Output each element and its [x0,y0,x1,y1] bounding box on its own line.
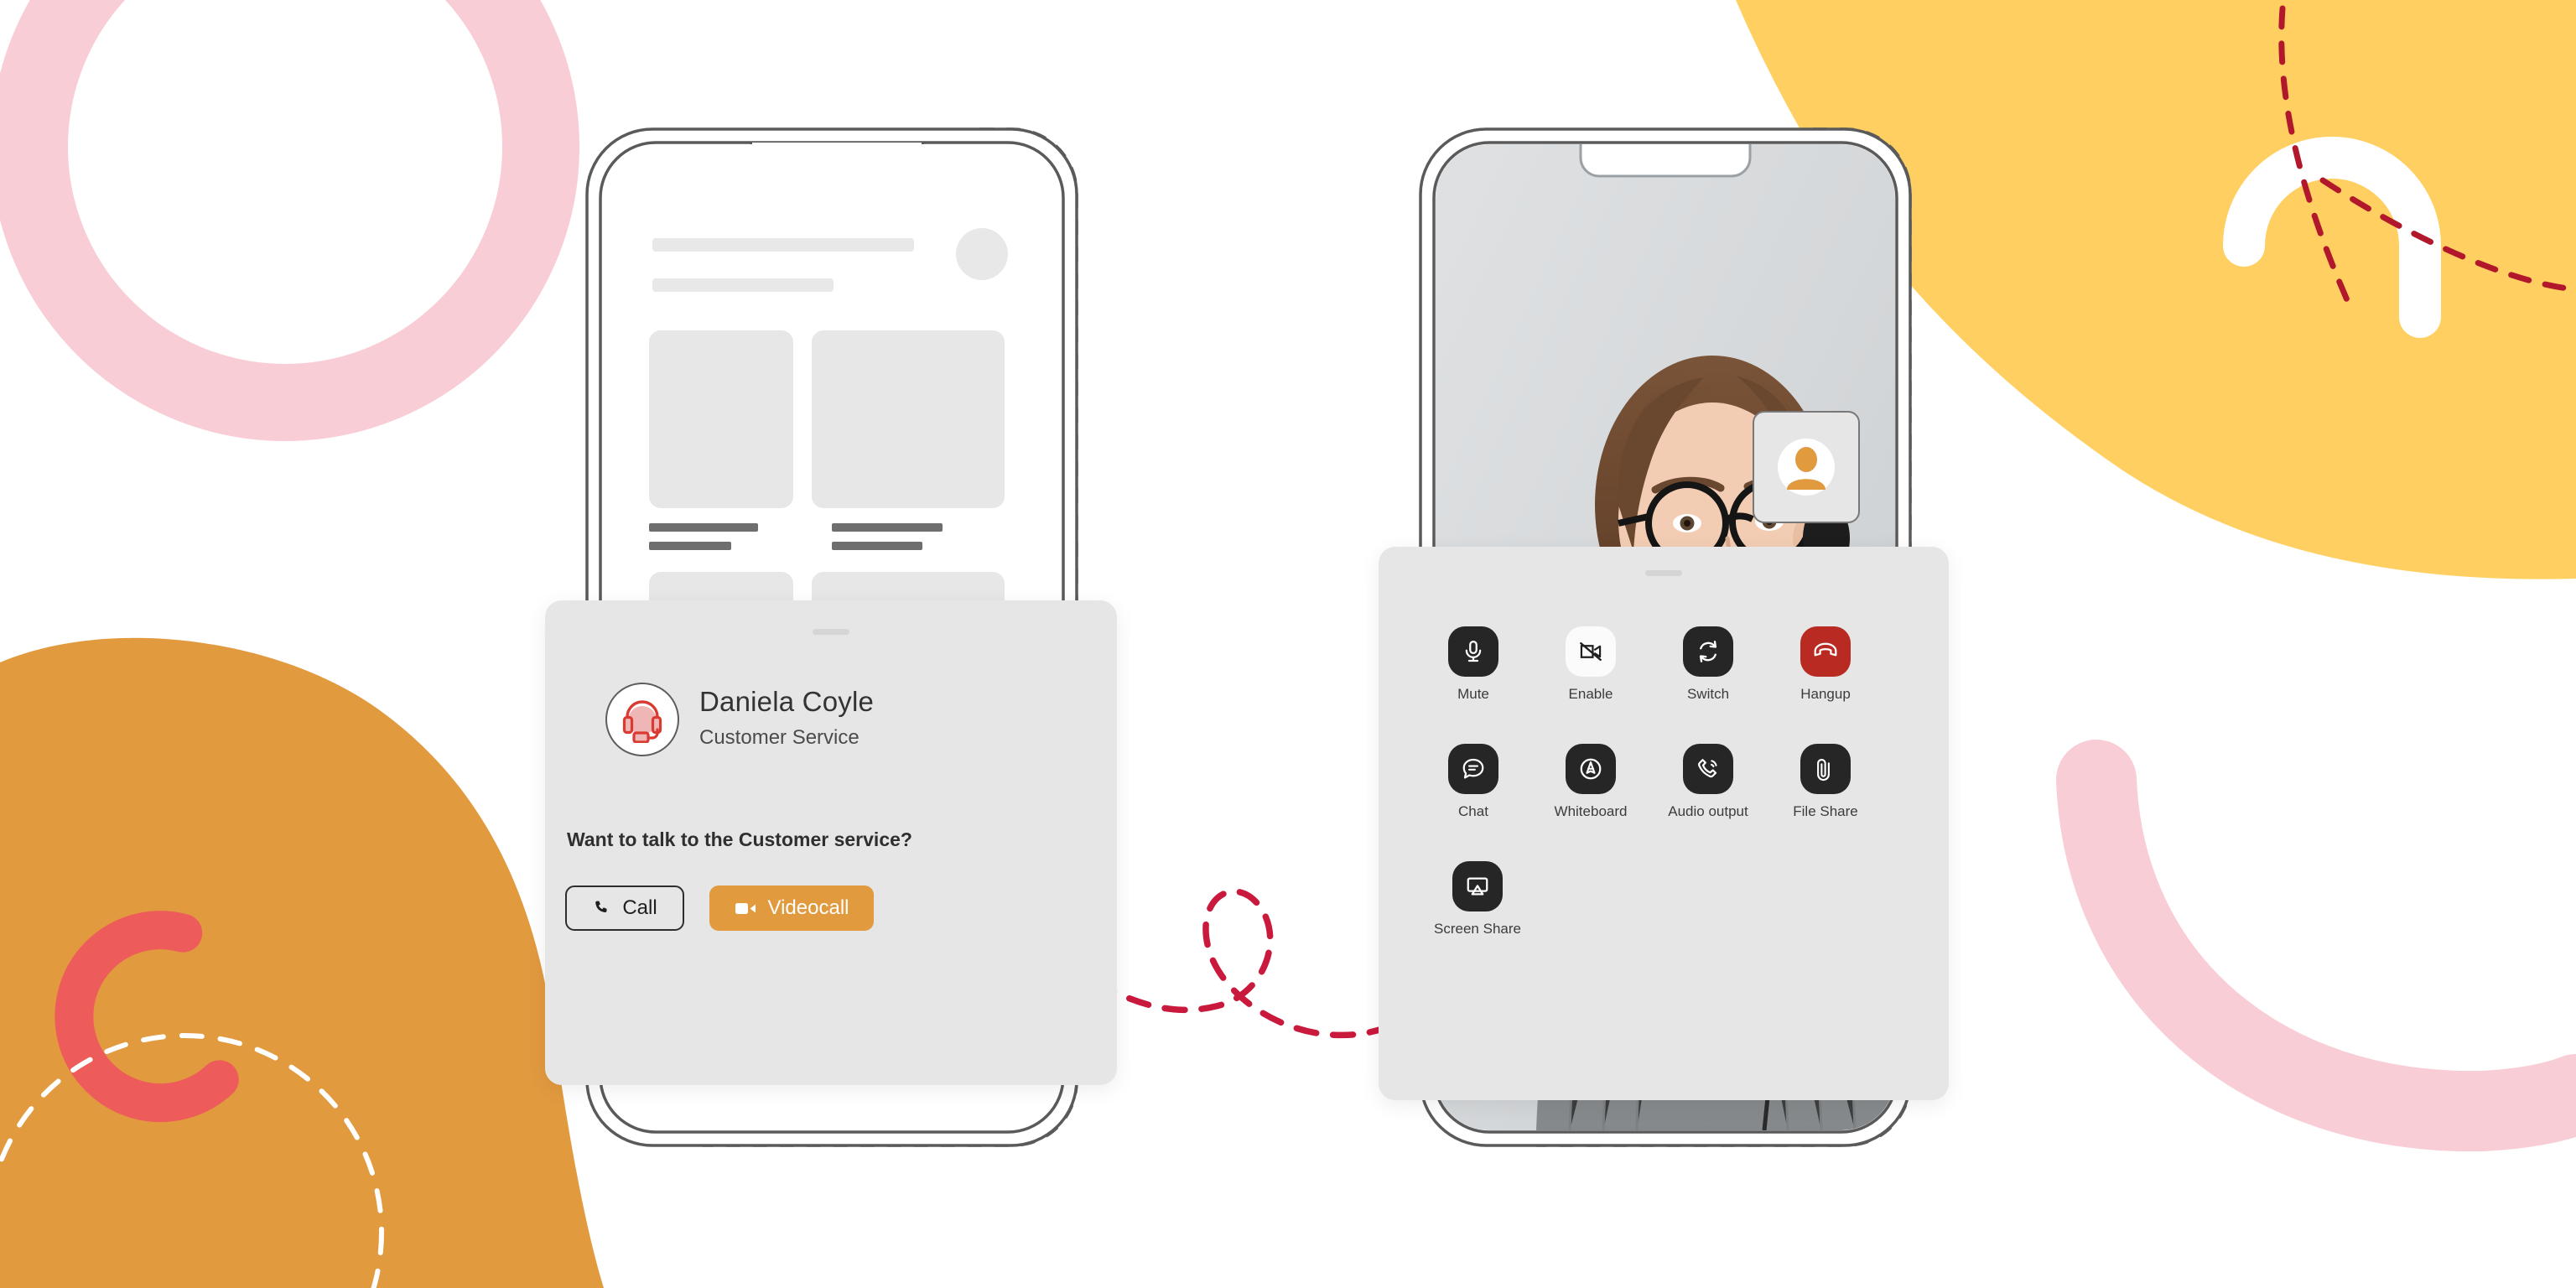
switch-camera-label: Switch [1686,686,1730,702]
sheet-grip-right[interactable] [1645,570,1682,576]
sheet-grip-left[interactable] [813,629,849,635]
screen-share-label: Screen Share [1434,921,1521,937]
call-controls-sheet: Mute Enable Switch Hangup Chat Whiteboar… [1379,547,1949,1100]
audio-output-button[interactable] [1683,744,1733,794]
skeleton-header-line-2 [652,278,834,292]
contact-prompt: Want to talk to the Customer service? [567,828,912,850]
video-camera-icon [735,903,756,914]
headset-icon [622,700,662,743]
video-off-icon [1580,641,1602,662]
skeleton-caption [832,523,943,532]
contact-avatar [605,683,679,756]
skeleton-caption [649,542,731,550]
screen-share-icon [1467,877,1488,896]
control-whiteboard[interactable]: Whiteboard [1532,744,1649,820]
illustration-canvas: Daniela Coyle Customer Service Want to t… [0,0,2576,1288]
contact-role: Customer Service [699,726,860,749]
control-hangup[interactable]: Hangup [1767,626,1884,703]
enable-video-button[interactable] [1566,626,1616,677]
control-audio-output[interactable]: Audio output [1649,744,1767,820]
file-share-button[interactable] [1800,744,1851,794]
chat-bubble-icon [1462,758,1484,779]
call-button-label: Call [622,896,657,919]
microphone-icon [1465,641,1482,662]
enable-video-label: Enable [1568,686,1613,702]
screen-share-button[interactable] [1452,861,1503,911]
control-chat[interactable]: Chat [1415,744,1532,820]
chat-button[interactable] [1448,744,1498,794]
mute-button[interactable] [1448,626,1498,677]
skeleton-card [812,330,1005,508]
pink-ring-top-left [0,0,579,441]
control-enable-video[interactable]: Enable [1532,626,1649,703]
whiteboard-label: Whiteboard [1554,803,1628,819]
control-switch-camera[interactable]: Switch [1649,626,1767,703]
hangup-label: Hangup [1800,686,1851,702]
skeleton-avatar-placeholder [956,228,1008,280]
control-mute[interactable]: Mute [1415,626,1532,703]
paperclip-icon [1817,758,1830,782]
skeleton-caption [832,542,922,550]
whiteboard-button[interactable] [1566,744,1616,794]
skeleton-card [649,330,793,508]
pip-self-view[interactable] [1753,411,1860,523]
file-share-label: File Share [1793,803,1858,819]
skeleton-caption [649,523,758,532]
pink-arc-bottom-right [2056,740,2576,1152]
call-audio-icon [1698,759,1717,778]
person-avatar-icon [1778,439,1835,496]
switch-camera-button[interactable] [1683,626,1733,677]
chat-label: Chat [1458,803,1488,819]
contact-sheet: Daniela Coyle Customer Service Want to t… [545,600,1117,1085]
background-decorations [0,0,2576,1288]
videocall-button[interactable]: Videocall [709,886,874,931]
mute-label: Mute [1457,686,1489,702]
contact-name: Daniela Coyle [699,686,875,717]
phone-icon [595,901,607,912]
audio-output-label: Audio output [1668,803,1748,819]
control-screen-share[interactable]: Screen Share [1415,861,1540,937]
whiteboard-icon [1580,758,1602,780]
hangup-button[interactable] [1800,626,1851,677]
hangup-icon [1814,642,1837,657]
control-file-share[interactable]: File Share [1767,744,1884,820]
videocall-button-label: Videocall [767,896,849,919]
switch-camera-icon [1699,641,1717,662]
call-button[interactable]: Call [565,886,684,931]
skeleton-header-line-1 [652,238,914,252]
